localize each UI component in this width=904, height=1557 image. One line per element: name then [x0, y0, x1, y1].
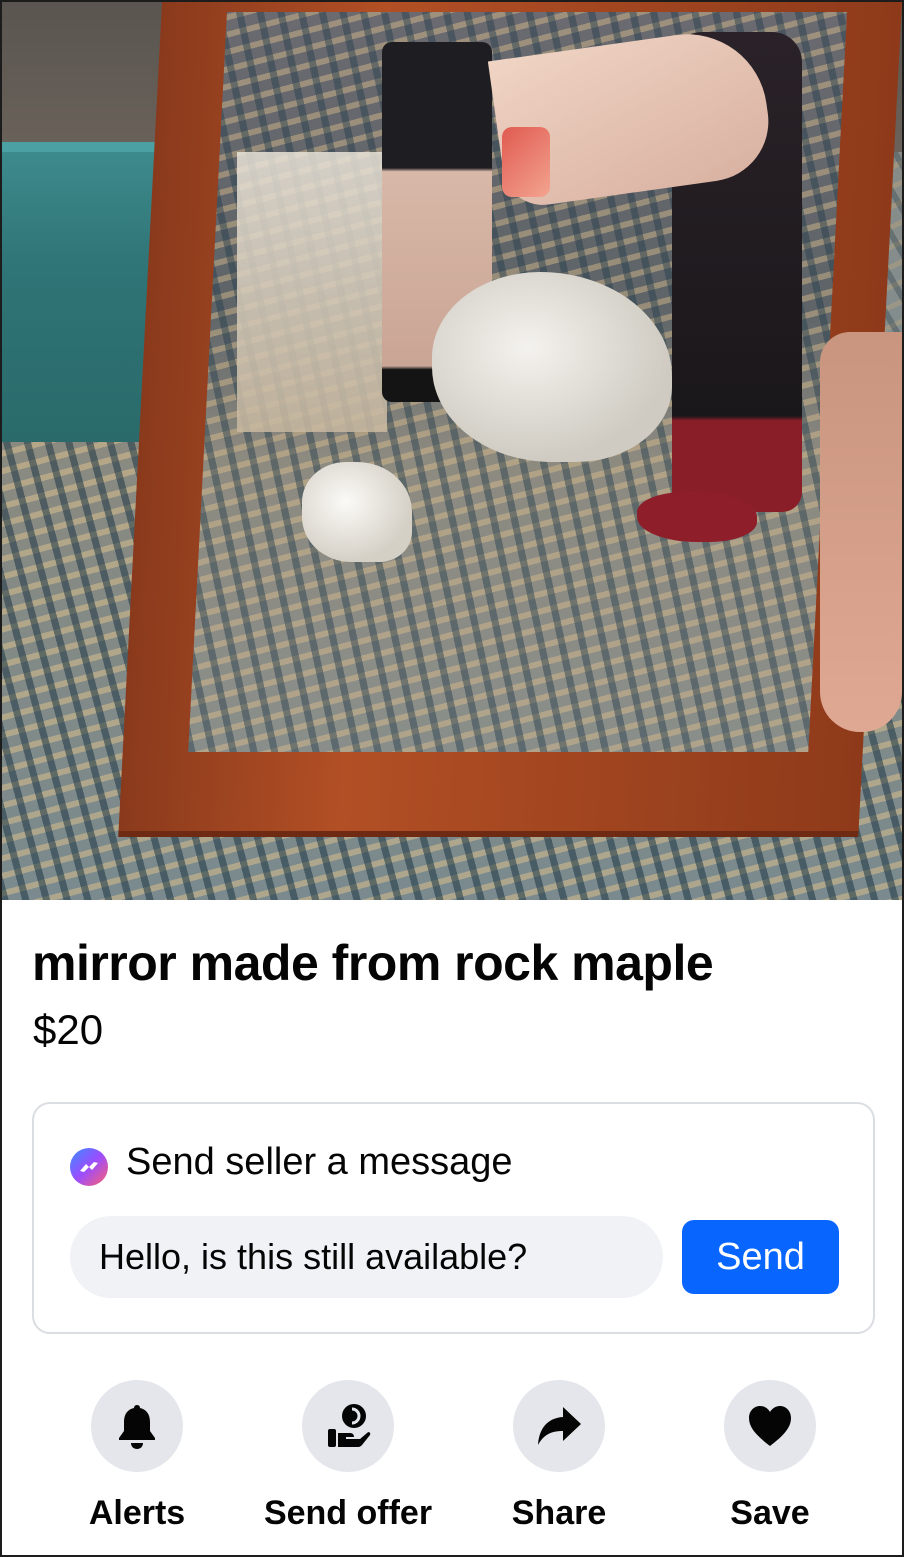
app-frame: mirror made from rock maple $20 Send sel…: [0, 0, 904, 1557]
photo-plastic-bag-small: [302, 462, 412, 562]
share-circle: [513, 1380, 605, 1472]
photo-foot: [820, 332, 902, 732]
send-button[interactable]: Send: [682, 1220, 839, 1294]
heart-icon: [749, 1406, 791, 1446]
send-offer-icon: [328, 1404, 371, 1447]
save-button[interactable]: Save: [665, 1380, 875, 1533]
photo-boxes: [237, 152, 387, 432]
messenger-icon: [70, 1148, 108, 1186]
message-input[interactable]: Hello, is this still available?: [70, 1216, 663, 1298]
message-card-header: Send seller a message: [70, 1138, 513, 1186]
share-button[interactable]: Share: [454, 1380, 664, 1533]
send-offer-button[interactable]: Send offer: [243, 1380, 453, 1533]
send-offer-label: Send offer: [263, 1494, 433, 1532]
share-label: Share: [511, 1494, 607, 1532]
alerts-label: Alerts: [88, 1494, 186, 1532]
listing-photo[interactable]: [2, 2, 902, 900]
message-seller-card: Send seller a message Hello, is this sti…: [32, 1102, 875, 1334]
alerts-button[interactable]: Alerts: [32, 1380, 242, 1533]
message-card-heading: Send seller a message: [126, 1140, 513, 1183]
listing-price: $20: [33, 1006, 104, 1053]
alerts-circle: [91, 1380, 183, 1472]
photo-phone: [502, 127, 550, 197]
action-bar: Alerts Send offer Share Save: [2, 1380, 902, 1550]
bell-icon: [119, 1405, 155, 1449]
photo-red-sock: [637, 492, 757, 542]
listing-title: mirror made from rock maple: [32, 935, 714, 991]
share-arrow-icon: [538, 1407, 581, 1445]
save-circle: [724, 1380, 816, 1472]
save-label: Save: [730, 1494, 810, 1532]
send-offer-circle: [302, 1380, 394, 1472]
